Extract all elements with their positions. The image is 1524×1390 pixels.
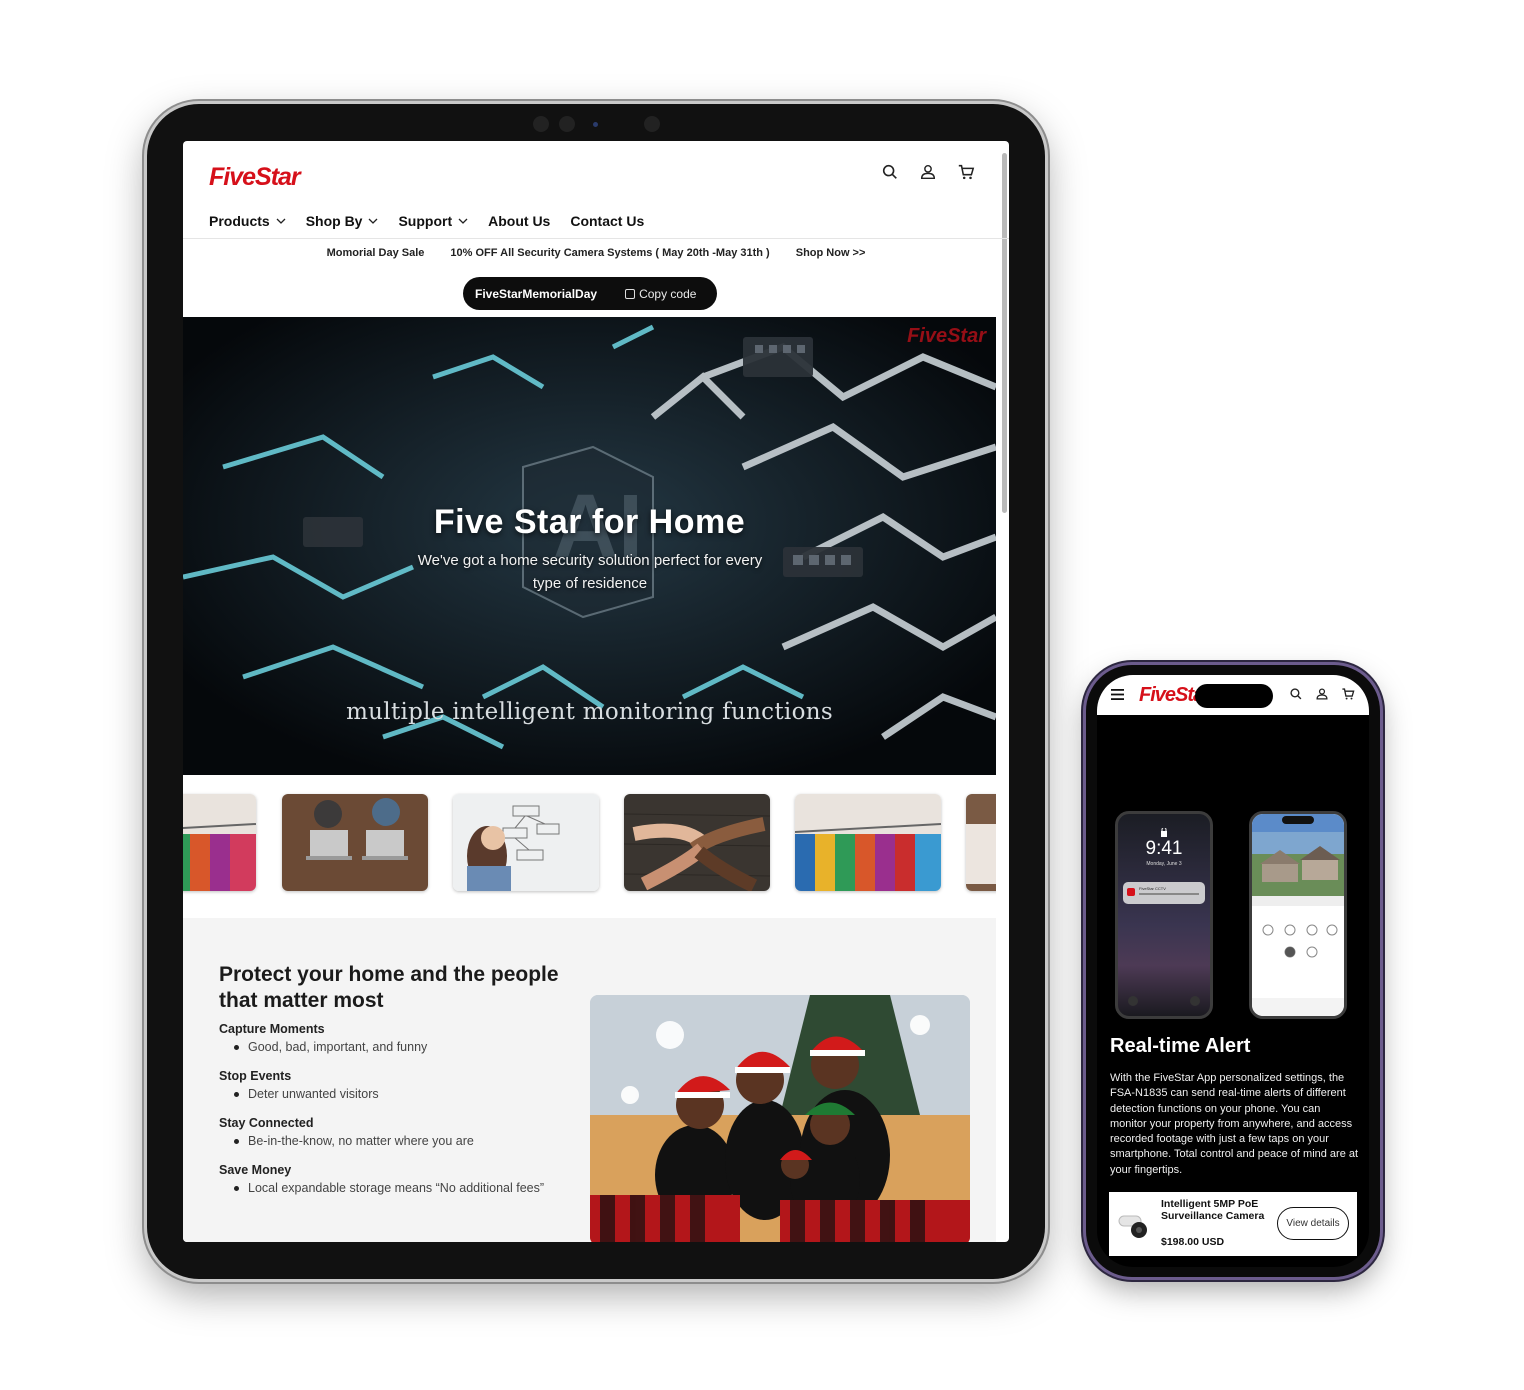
product-card[interactable]: Intelligent 5MP PoE Surveillance Camera …: [1109, 1192, 1357, 1256]
feature-heading: Stop Events: [219, 1069, 292, 1083]
camera-product-image: [1118, 1215, 1147, 1238]
mobile-header: FiveStar: [1097, 675, 1369, 715]
chevron-down-icon: [276, 218, 286, 224]
nav-contact-us[interactable]: Contact Us: [570, 213, 644, 229]
promo-code: FiveStarMemorialDay: [475, 286, 598, 301]
thumbnail-whiteboard[interactable]: [453, 794, 599, 891]
search-icon[interactable]: [1289, 687, 1303, 701]
promo-sale-label: Momorial Day Sale: [326, 247, 425, 259]
scrollbar[interactable]: [1002, 153, 1007, 513]
feature-item: Stay Connected Be-in-the-know, no matter…: [219, 1116, 579, 1150]
cart-icon[interactable]: [957, 163, 975, 181]
nav-shop-by[interactable]: Shop By: [306, 213, 379, 229]
thumbnail-partial[interactable]: [966, 794, 996, 891]
phone-screen: FiveStar 9:41 Monday, June 3 FiveStar CC…: [1097, 675, 1369, 1267]
feature-section: Protect your home and the people that ma…: [183, 918, 996, 1242]
product-price: $198.00 USD: [1161, 1236, 1225, 1248]
feature-bullet: Good, bad, important, and funny: [248, 1040, 428, 1054]
promo-offer: 10% OFF All Security Camera Systems ( Ma…: [450, 247, 770, 259]
copy-code-button[interactable]: Copy code: [625, 287, 696, 301]
camera-sensor: [644, 116, 660, 132]
lock-icon: [1161, 828, 1167, 837]
thumbnail-clothes-rack[interactable]: [183, 794, 256, 891]
hero-title: Five Star for Home: [433, 503, 746, 541]
hero-banner[interactable]: AI FiveStar Five Star for Home We've got…: [183, 317, 996, 775]
nav-products[interactable]: Products: [209, 213, 286, 229]
hero-caption: multiple intelligent monitoring function…: [346, 699, 833, 725]
header-icons: [881, 163, 975, 181]
family-photo: [590, 995, 970, 1242]
feature-title: Protect your home and the people that ma…: [219, 963, 559, 1012]
menu-icon[interactable]: [1111, 689, 1124, 700]
section-title: Real-time Alert: [1110, 1035, 1251, 1057]
camera-sensor: [559, 116, 575, 132]
promo-shop-now-link[interactable]: Shop Now >>: [796, 247, 866, 259]
camera-icon: [1190, 996, 1200, 1006]
camera-sensor: [593, 122, 598, 127]
view-details-button[interactable]: View details: [1277, 1207, 1349, 1240]
feature-item: Save Money Local expandable storage mean…: [219, 1163, 579, 1197]
product-name: Intelligent 5MP PoE Surveillance Camera: [1161, 1198, 1265, 1222]
tablet-device: FiveStar Products Shop By Support About …: [147, 104, 1045, 1279]
feature-item: Capture Moments Good, bad, important, an…: [219, 1022, 579, 1056]
main-nav: Products Shop By Support About Us Contac…: [209, 213, 644, 229]
hero-watermark-logo: FiveStar: [907, 325, 986, 347]
user-icon[interactable]: [919, 163, 937, 181]
divider: [183, 238, 1009, 239]
thumbnail-carousel: [183, 775, 996, 918]
lockscreen-mockup: 9:41 Monday, June 3 FiveStar CCTV: [1115, 811, 1213, 1019]
phone-device: FiveStar 9:41 Monday, June 3 FiveStar CC…: [1086, 665, 1380, 1277]
chevron-down-icon: [369, 218, 378, 224]
nav-about-us[interactable]: About Us: [488, 213, 550, 229]
feature-bullet: Be-in-the-know, no matter where you are: [248, 1134, 474, 1148]
nav-support[interactable]: Support: [398, 213, 468, 229]
thumbnail-clothes-rack[interactable]: [795, 794, 941, 891]
brand-logo[interactable]: FiveStar: [209, 163, 301, 192]
promo-code-pill: FiveStarMemorialDay Copy code: [463, 277, 717, 310]
feature-list: Capture Moments Good, bad, important, an…: [219, 1022, 579, 1210]
cart-icon[interactable]: [1341, 687, 1355, 701]
feature-bullet: Local expandable storage means “No addit…: [248, 1181, 545, 1195]
app-screen-mockup: [1249, 811, 1347, 1019]
dynamic-island: [1195, 684, 1273, 708]
thumbnail-hands[interactable]: [624, 794, 770, 891]
lockscreen-time: 9:41: [1145, 838, 1183, 859]
section-body: With the FiveStar App personalized setti…: [1110, 1072, 1359, 1176]
promo-bar: Momorial Day Sale 10% OFF All Security C…: [183, 247, 1009, 259]
notification-card: FiveStar CCTV: [1123, 882, 1205, 904]
hero-subtitle: We've got a home security solution perfe…: [417, 552, 763, 592]
flashlight-icon: [1128, 996, 1138, 1006]
search-icon[interactable]: [881, 163, 899, 181]
tablet-screen: FiveStar Products Shop By Support About …: [183, 141, 1009, 1242]
chevron-down-icon: [458, 218, 468, 224]
feature-heading: Stay Connected: [219, 1116, 314, 1130]
camera-sensor: [533, 116, 549, 132]
feature-bullet: Deter unwanted visitors: [248, 1087, 379, 1101]
copy-icon: [625, 288, 636, 299]
feature-item: Stop Events Deter unwanted visitors: [219, 1069, 579, 1103]
header-icons: [1289, 687, 1355, 701]
user-icon[interactable]: [1315, 687, 1329, 701]
feature-heading: Save Money: [219, 1163, 292, 1177]
lockscreen-date: Monday, June 3: [1146, 861, 1182, 867]
thumbnail-laptops[interactable]: [282, 794, 428, 891]
feature-heading: Capture Moments: [219, 1022, 325, 1036]
